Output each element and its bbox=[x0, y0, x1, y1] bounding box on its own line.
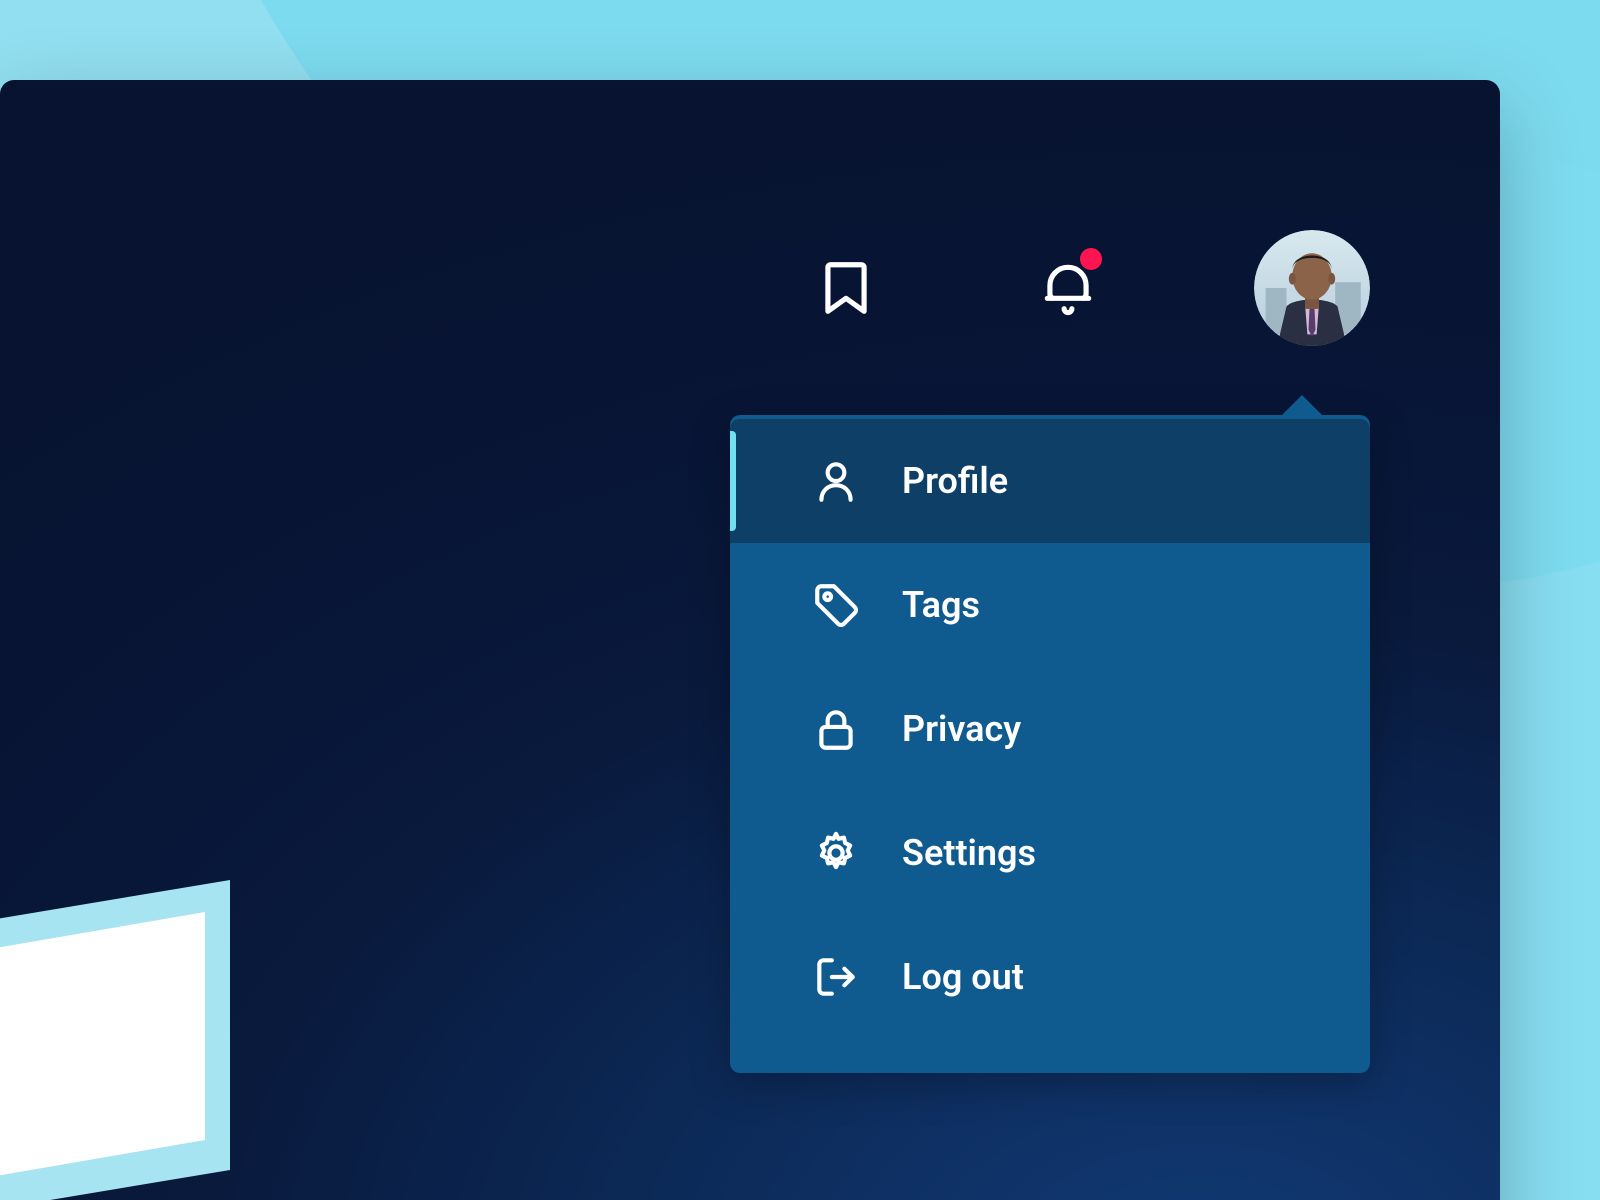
tag-icon bbox=[810, 579, 862, 631]
logout-icon bbox=[810, 951, 862, 1003]
menu-item-label: Privacy bbox=[902, 708, 1021, 750]
menu-item-label: Settings bbox=[902, 832, 1036, 874]
header bbox=[810, 230, 1370, 346]
menu-item-logout[interactable]: Log out bbox=[730, 915, 1370, 1039]
menu-item-settings[interactable]: Settings bbox=[730, 791, 1370, 915]
avatar-image bbox=[1254, 230, 1370, 346]
person-icon bbox=[810, 455, 862, 507]
illustration bbox=[0, 780, 600, 1200]
menu-item-label: Log out bbox=[902, 956, 1024, 998]
menu-item-tags[interactable]: Tags bbox=[730, 543, 1370, 667]
lock-icon bbox=[810, 703, 862, 755]
user-dropdown: Profile Tags Privacy bbox=[730, 415, 1370, 1073]
notifications-button[interactable] bbox=[1032, 252, 1104, 324]
monitor-illustration bbox=[0, 850, 250, 1200]
menu-item-profile[interactable]: Profile bbox=[730, 419, 1370, 543]
avatar[interactable] bbox=[1254, 230, 1370, 346]
menu-item-label: Tags bbox=[902, 584, 980, 626]
notification-dot bbox=[1080, 248, 1102, 270]
menu-item-privacy[interactable]: Privacy bbox=[730, 667, 1370, 791]
menu-item-label: Profile bbox=[902, 460, 1008, 502]
gear-icon bbox=[810, 827, 862, 879]
bookmark-button[interactable] bbox=[810, 252, 882, 324]
bookmark-icon bbox=[815, 257, 877, 319]
app-panel: Profile Tags Privacy bbox=[0, 80, 1500, 1200]
